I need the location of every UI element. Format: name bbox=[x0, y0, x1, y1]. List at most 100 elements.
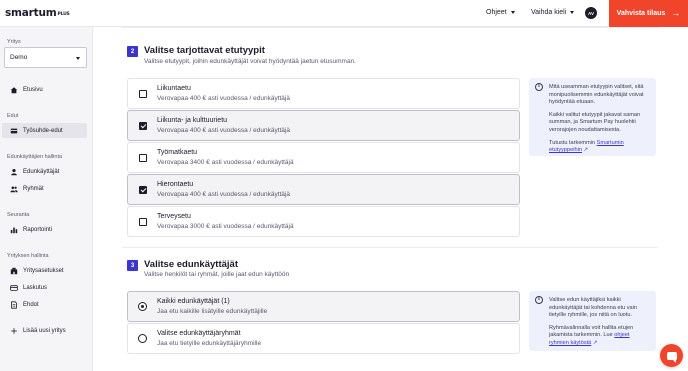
sidebar-item-home[interactable]: Etusivu bbox=[2, 82, 87, 97]
checkbox[interactable] bbox=[139, 90, 147, 98]
option-title: Työmatkaetu bbox=[157, 149, 198, 156]
sidebar-item-label: Yritysasetukset bbox=[23, 267, 64, 274]
divider bbox=[122, 27, 658, 28]
option-desc: Jaa etu tietyille edunkäyttäjäryhmille bbox=[157, 340, 262, 347]
info-text: Mitä useamman etutyypin valitset, sitä m… bbox=[549, 84, 644, 106]
section-subtitle: Valitse henkilöt tai ryhmät, joille jaat… bbox=[144, 271, 290, 278]
info-text-prefix: Tutustu tarkemmin bbox=[549, 139, 597, 146]
top-bar: smartumPLUS Ohjeet Vaihda kieli AV Vahvi… bbox=[0, 0, 688, 27]
language-menu-label: Vaihda kieli bbox=[531, 9, 567, 16]
benefits-icon bbox=[10, 127, 18, 135]
sidebar-item-groups[interactable]: Ryhmät bbox=[2, 181, 87, 196]
info-icon: i bbox=[535, 296, 543, 304]
option-desc: Verovapaa 3400 € asti vuodessa / edunkäy… bbox=[157, 159, 294, 166]
sidebar-item-benefits[interactable]: Työsuhde-edut bbox=[2, 123, 87, 138]
checkbox[interactable] bbox=[139, 218, 147, 226]
arrow-right-icon: → bbox=[671, 8, 681, 18]
building-icon bbox=[10, 267, 18, 275]
sidebar-item-terms[interactable]: Ehdot bbox=[2, 297, 87, 312]
help-menu[interactable]: Ohjeet bbox=[486, 9, 515, 16]
sidebar-item-label: Edunkäyttäjät bbox=[23, 168, 60, 175]
benefit-option-liikuntaetu[interactable]: Liikuntaetu Verovapaa 400 € asti vuodess… bbox=[127, 78, 520, 109]
info-text: Kaikki valitut etutyypit jakavat saman s… bbox=[549, 111, 641, 133]
sidebar-item-label: Raportointi bbox=[23, 226, 53, 233]
company-admin-heading: Yrityksen hallinta bbox=[7, 253, 49, 259]
users-option-groups[interactable]: Valitse edunkäyttäjäryhmät Jaa etu tiety… bbox=[127, 323, 520, 354]
document-icon bbox=[10, 300, 18, 309]
radio-selected[interactable] bbox=[138, 302, 147, 311]
main-area: 2 Valitse tarjottavat etutyypit Valitse … bbox=[94, 27, 688, 371]
smartum-logo[interactable]: smartumPLUS bbox=[5, 7, 70, 19]
avatar[interactable]: AV bbox=[585, 7, 597, 19]
section-title: Valitse tarjottavat etutyypit bbox=[144, 45, 265, 56]
option-title: Valitse edunkäyttäjäryhmät bbox=[157, 330, 241, 337]
chevron-down-icon bbox=[570, 11, 575, 14]
sidebar-item-label: Etusivu bbox=[23, 86, 43, 93]
sidebar: Yritys Demo Etusivu Edut Työsuhde-edut E… bbox=[0, 27, 93, 371]
help-menu-label: Ohjeet bbox=[486, 9, 507, 16]
benefit-option-tyomatkaetu[interactable]: Työmatkaetu Verovapaa 3400 € asti vuodes… bbox=[127, 142, 520, 173]
users-option-all[interactable]: Kaikki edunkäyttäjät (1) Jaa etu kaikill… bbox=[127, 291, 520, 322]
external-link-icon: ↗ bbox=[583, 147, 589, 154]
benefit-option-hierontaetu[interactable]: Hierontaetu Verovapaa 400 € asti vuodess… bbox=[127, 174, 520, 205]
company-heading: Yritys bbox=[7, 39, 21, 45]
checkbox[interactable] bbox=[139, 154, 147, 162]
option-desc: Verovapaa 400 € asti vuodessa / edunkäyt… bbox=[157, 191, 290, 198]
card-icon bbox=[10, 284, 18, 292]
option-title: Terveysetu bbox=[157, 213, 191, 220]
step-badge: 3 bbox=[127, 260, 138, 271]
info-text: Tutustu tarkemmin Smartumin etutyyppeihi… bbox=[549, 140, 650, 155]
option-desc: Verovapaa 400 € asti vuodessa / edunkäyt… bbox=[157, 127, 290, 134]
tracking-heading: Seuranta bbox=[7, 212, 30, 218]
company-select-value: Demo bbox=[10, 54, 28, 61]
benefit-option-liikunta-kulttuuri[interactable]: Liikunta- ja kulttuurietu Verovapaa 400 … bbox=[127, 110, 520, 141]
chart-icon bbox=[10, 226, 18, 234]
option-title: Liikunta- ja kulttuurietu bbox=[157, 117, 228, 124]
chevron-down-icon bbox=[510, 11, 515, 14]
benefits-heading: Edut bbox=[7, 113, 19, 119]
info-icon: i bbox=[535, 83, 543, 91]
step-badge: 2 bbox=[127, 46, 138, 57]
group-icon bbox=[10, 185, 18, 193]
option-title: Kaikki edunkäyttäjät (1) bbox=[157, 298, 230, 305]
info-text: Valitse edun käyttäjiksi kaikki edunkäyt… bbox=[549, 297, 638, 319]
sidebar-item-label: Ryhmät bbox=[23, 185, 44, 192]
divider bbox=[122, 247, 658, 248]
checkbox-checked[interactable] bbox=[139, 186, 147, 194]
user-icon bbox=[10, 168, 18, 176]
sidebar-item-label: Ehdot bbox=[23, 301, 39, 308]
language-menu[interactable]: Vaihda kieli bbox=[531, 9, 575, 16]
sidebar-item-label: Lisää uusi yritys bbox=[23, 327, 66, 334]
confirm-order-label: Vahvista tilaus bbox=[616, 10, 666, 17]
chat-button[interactable] bbox=[660, 344, 683, 367]
section-subtitle: Valitse etutyypit, joihin edunkäyttäjät … bbox=[144, 58, 356, 65]
sidebar-item-label: Laskutus bbox=[23, 284, 48, 291]
section-title: Valitse edunkäyttäjät bbox=[144, 259, 238, 270]
option-desc: Verovapaa 400 € asti vuodessa / edunkäyt… bbox=[157, 95, 290, 102]
chat-icon bbox=[666, 351, 677, 363]
sidebar-item-users[interactable]: Edunkäyttäjät bbox=[2, 164, 87, 179]
info-text: Ryhmävalinnalla voit hallita etujen jaka… bbox=[549, 325, 650, 348]
avatar-initials: AV bbox=[588, 10, 594, 16]
benefit-option-terveysetu[interactable]: Terveysetu Verovapaa 3000 € asti vuodess… bbox=[127, 206, 520, 237]
company-select[interactable]: Demo bbox=[4, 47, 87, 68]
plus-icon bbox=[10, 327, 18, 335]
option-desc: Jaa etu kaikille lisätyille edunkäyttäji… bbox=[157, 308, 268, 315]
radio[interactable] bbox=[138, 334, 147, 343]
external-link-icon: ↗ bbox=[592, 339, 598, 346]
confirm-order-button[interactable]: Vahvista tilaus → bbox=[609, 0, 688, 27]
home-icon bbox=[10, 86, 18, 94]
logo-sub-text: PLUS bbox=[57, 12, 70, 17]
users-heading: Edunkäyttäjien hallinta bbox=[7, 154, 63, 160]
option-title: Liikuntaetu bbox=[157, 85, 191, 92]
logo-text: smartum bbox=[5, 7, 57, 19]
order-form: 2 Valitse tarjottavat etutyypit Valitse … bbox=[122, 27, 658, 371]
sidebar-item-add-company[interactable]: Lisää uusi yritys bbox=[2, 323, 87, 338]
users-info-box: i Valitse edun käyttäjiksi kaikki edunkä… bbox=[529, 291, 656, 351]
sidebar-item-label: Työsuhde-edut bbox=[23, 127, 63, 134]
chevron-down-icon bbox=[76, 57, 80, 60]
sidebar-item-reporting[interactable]: Raportointi bbox=[2, 222, 87, 237]
checkbox-checked[interactable] bbox=[139, 122, 147, 130]
sidebar-item-billing[interactable]: Laskutus bbox=[2, 280, 87, 295]
sidebar-item-company-settings[interactable]: Yritysasetukset bbox=[2, 263, 87, 278]
